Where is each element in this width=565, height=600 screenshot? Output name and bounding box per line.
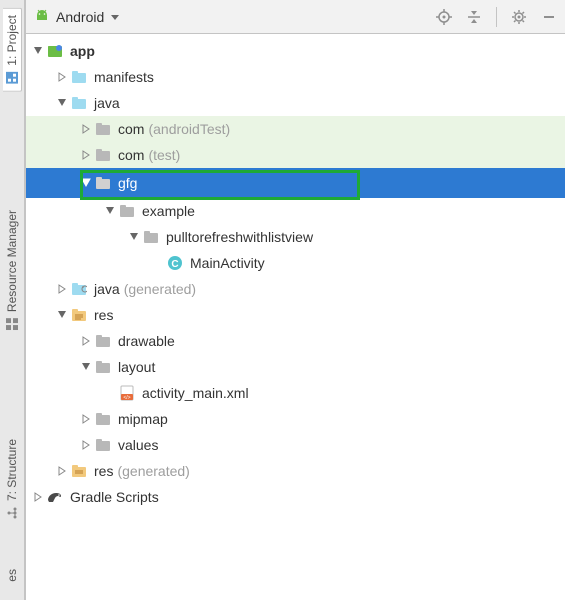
tree-label: mipmap: [118, 411, 168, 427]
xml-layout-icon: </>: [118, 384, 136, 402]
tree-node-java[interactable]: java: [26, 90, 565, 116]
module-icon: [46, 42, 64, 60]
tree-node-gfg[interactable]: gfg: [26, 168, 565, 198]
gear-icon[interactable]: [511, 9, 527, 25]
tree-node-drawable[interactable]: drawable: [26, 328, 565, 354]
tree-label: gfg: [118, 175, 137, 191]
collapse-arrow-icon[interactable]: [78, 150, 94, 160]
tree-node-res-generated[interactable]: res (generated): [26, 458, 565, 484]
svg-text:C: C: [171, 259, 178, 270]
generated-folder-icon: [70, 280, 88, 298]
tree-label: pulltorefreshwithlistview: [166, 229, 313, 245]
chevron-down-icon[interactable]: [110, 12, 120, 22]
tree-sublabel: (generated): [117, 463, 189, 479]
tab-structure[interactable]: 7: Structure: [5, 439, 19, 520]
tree-sublabel: (generated): [124, 281, 196, 297]
resource-manager-icon: [6, 318, 19, 331]
android-icon: [34, 9, 50, 25]
tree-node-manifests[interactable]: manifests: [26, 64, 565, 90]
package-icon: [94, 146, 112, 164]
tree-node-values[interactable]: values: [26, 432, 565, 458]
collapse-arrow-icon[interactable]: [78, 440, 94, 450]
tab-favorites-label: es: [5, 569, 19, 582]
tree-node-res[interactable]: res: [26, 302, 565, 328]
project-panel: Android app: [25, 0, 565, 600]
package-icon: [94, 120, 112, 138]
side-tab-strip: 1: Project Resource Manager 7: Structure…: [0, 0, 25, 600]
folder-icon: [70, 94, 88, 112]
gradle-icon: [46, 488, 64, 506]
expand-arrow-icon[interactable]: [78, 178, 94, 188]
tree-label: java: [94, 281, 120, 297]
tab-structure-label: 7: Structure: [5, 439, 19, 501]
tab-favorites[interactable]: es: [5, 569, 19, 582]
tree-node-activity-main[interactable]: </> activity_main.xml: [26, 380, 565, 406]
tab-resource-manager-label: Resource Manager: [5, 210, 19, 312]
class-icon: C: [166, 254, 184, 272]
tree-label: values: [118, 437, 158, 453]
tree-sublabel: (androidTest): [148, 121, 230, 137]
expand-arrow-icon[interactable]: [126, 232, 142, 242]
tree-label: java: [94, 95, 120, 111]
expand-arrow-icon[interactable]: [30, 46, 46, 56]
collapse-arrow-icon[interactable]: [54, 284, 70, 294]
svg-text:</>: </>: [123, 395, 130, 401]
expand-arrow-icon[interactable]: [54, 310, 70, 320]
collapse-arrow-icon[interactable]: [78, 414, 94, 424]
project-toolbar: Android: [26, 0, 565, 34]
tree-label: example: [142, 203, 195, 219]
expand-arrow-icon[interactable]: [54, 98, 70, 108]
collapse-all-icon[interactable]: [466, 9, 482, 25]
tree-sublabel: (test): [148, 147, 180, 163]
tree-label: Gradle Scripts: [70, 489, 159, 505]
tree-label: MainActivity: [190, 255, 265, 271]
collapse-arrow-icon[interactable]: [78, 336, 94, 346]
tree-label: res: [94, 307, 113, 323]
package-icon: [118, 202, 136, 220]
tree-label: res: [94, 463, 113, 479]
folder-grey-icon: [94, 436, 112, 454]
expand-arrow-icon[interactable]: [78, 362, 94, 372]
tab-project-label: 1: Project: [5, 15, 19, 66]
tree-node-layout[interactable]: layout: [26, 354, 565, 380]
folder-grey-icon: [94, 358, 112, 376]
tree-label: app: [70, 43, 95, 59]
tree-label: layout: [118, 359, 155, 375]
tree-label: com: [118, 147, 144, 163]
collapse-arrow-icon[interactable]: [30, 492, 46, 502]
tree-node-mainactivity[interactable]: C MainActivity: [26, 250, 565, 276]
tree-label: drawable: [118, 333, 175, 349]
view-selector-label[interactable]: Android: [56, 9, 104, 25]
structure-icon: [6, 507, 19, 520]
tab-resource-manager[interactable]: Resource Manager: [5, 210, 19, 331]
collapse-arrow-icon[interactable]: [78, 124, 94, 134]
tree-label: activity_main.xml: [142, 385, 249, 401]
minimize-icon[interactable]: [541, 9, 557, 25]
tree-label: com: [118, 121, 144, 137]
collapse-arrow-icon[interactable]: [54, 466, 70, 476]
tab-project[interactable]: 1: Project: [3, 8, 22, 92]
tree-node-pulltorefresh[interactable]: pulltorefreshwithlistview: [26, 224, 565, 250]
folder-grey-icon: [94, 410, 112, 428]
tree-node-example[interactable]: example: [26, 198, 565, 224]
tree-node-com-test[interactable]: com (test): [26, 142, 565, 168]
project-icon: [5, 72, 18, 85]
res-folder-icon: [70, 306, 88, 324]
tree-node-mipmap[interactable]: mipmap: [26, 406, 565, 432]
tree-node-com-androidtest[interactable]: com (androidTest): [26, 116, 565, 142]
toolbar-separator: [496, 7, 497, 27]
folder-grey-icon: [94, 332, 112, 350]
tree-node-java-generated[interactable]: java (generated): [26, 276, 565, 302]
package-icon: [142, 228, 160, 246]
tree-node-app[interactable]: app: [26, 38, 565, 64]
package-icon: [94, 174, 112, 192]
collapse-arrow-icon[interactable]: [54, 72, 70, 82]
project-tree[interactable]: app manifests java com (androidTest) com: [26, 34, 565, 600]
res-folder-icon: [70, 462, 88, 480]
tree-label: manifests: [94, 69, 154, 85]
target-icon[interactable]: [436, 9, 452, 25]
folder-icon: [70, 68, 88, 86]
tree-node-gradle-scripts[interactable]: Gradle Scripts: [26, 484, 565, 510]
expand-arrow-icon[interactable]: [102, 206, 118, 216]
